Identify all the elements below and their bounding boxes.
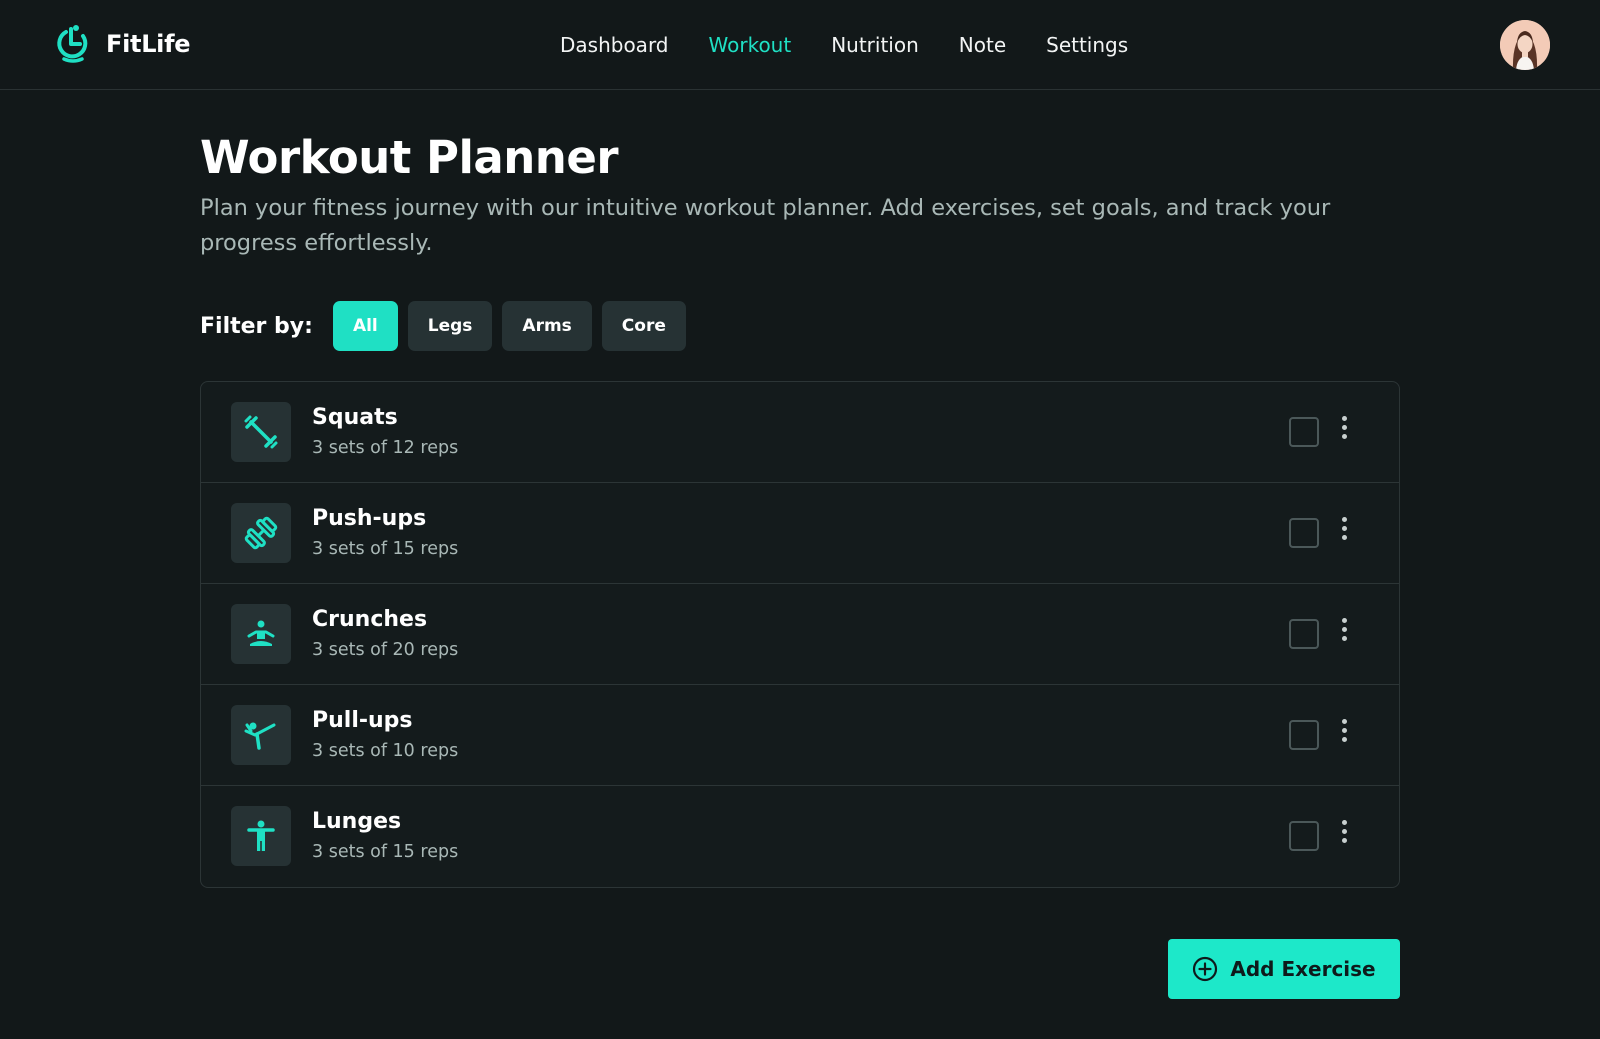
filter-label: Filter by: bbox=[200, 313, 313, 339]
exercise-detail: 3 sets of 15 reps bbox=[312, 842, 459, 862]
filter-core-button[interactable]: Core bbox=[601, 301, 686, 351]
page-description: Plan your fitness journey with our intui… bbox=[200, 195, 1331, 256]
exercise-row-crunches: Crunches 3 sets of 20 reps bbox=[201, 584, 1399, 685]
exercise-row-squats: Squats 3 sets of 12 reps bbox=[201, 382, 1399, 483]
more-options-icon[interactable] bbox=[1331, 715, 1357, 745]
more-options-icon[interactable] bbox=[1331, 513, 1357, 543]
exercise-detail: 3 sets of 10 reps bbox=[312, 741, 459, 761]
exercise-row-push-ups: Push-ups 3 sets of 15 reps bbox=[201, 483, 1399, 584]
plus-circle-icon bbox=[1193, 956, 1218, 982]
more-options-icon[interactable] bbox=[1331, 816, 1357, 846]
exercise-name: Pull-ups bbox=[312, 708, 413, 733]
exercise-checkbox[interactable] bbox=[1289, 720, 1319, 750]
more-options-icon[interactable] bbox=[1331, 412, 1357, 442]
top-navigation-bar: FitLife Dashboard Workout Nutrition Note… bbox=[0, 0, 1600, 90]
fitlife-logo-icon bbox=[57, 25, 88, 63]
add-exercise-button[interactable]: Add Exercise bbox=[1168, 939, 1400, 999]
exercise-icon-tile bbox=[231, 806, 291, 866]
nav-item-workout[interactable]: Workout bbox=[709, 32, 792, 58]
exercise-checkbox[interactable] bbox=[1289, 518, 1319, 548]
brand-name: FitLife bbox=[106, 30, 191, 58]
exercise-detail: 3 sets of 20 reps bbox=[312, 640, 459, 660]
nav-item-note[interactable]: Note bbox=[959, 32, 1006, 58]
exercise-checkbox[interactable] bbox=[1289, 821, 1319, 851]
exercise-checkbox[interactable] bbox=[1289, 417, 1319, 447]
nav-item-dashboard[interactable]: Dashboard bbox=[560, 32, 669, 58]
exercise-checkbox[interactable] bbox=[1289, 619, 1319, 649]
exercise-name: Crunches bbox=[312, 607, 428, 632]
exercise-row-pull-ups: Pull-ups 3 sets of 10 reps bbox=[201, 685, 1399, 786]
nav-links: Dashboard Workout Nutrition Note Setting… bbox=[560, 32, 1128, 58]
nav-item-nutrition[interactable]: Nutrition bbox=[831, 32, 919, 58]
exercise-icon-tile bbox=[231, 402, 291, 462]
filter-legs-button[interactable]: Legs bbox=[407, 301, 493, 351]
sports-kick-icon bbox=[244, 722, 276, 750]
exercise-icon-tile bbox=[231, 604, 291, 664]
brand[interactable]: FitLife bbox=[54, 24, 191, 64]
exercise-icon-tile bbox=[231, 705, 291, 765]
filter-bar: Filter by: All Legs Arms Core bbox=[200, 301, 686, 351]
fitness-dumbbell-icon bbox=[244, 516, 278, 550]
page-title: Workout Planner bbox=[200, 131, 619, 184]
exercise-row-lunges: Lunges 3 sets of 15 reps bbox=[201, 786, 1399, 887]
exercise-icon-tile bbox=[231, 503, 291, 563]
exercise-name: Squats bbox=[312, 405, 398, 430]
exercise-name: Lunges bbox=[312, 809, 402, 834]
more-options-icon[interactable] bbox=[1331, 614, 1357, 644]
filter-all-button[interactable]: All bbox=[332, 301, 398, 351]
add-exercise-label: Add Exercise bbox=[1230, 957, 1376, 981]
exercise-list: Squats 3 sets of 12 reps Push-ups 3 sets… bbox=[200, 381, 1400, 888]
dumbbell-diagonal-icon bbox=[244, 415, 278, 449]
nav-item-settings[interactable]: Settings bbox=[1046, 32, 1128, 58]
exercise-detail: 3 sets of 15 reps bbox=[312, 539, 459, 559]
user-avatar[interactable] bbox=[1500, 20, 1550, 70]
exercise-name: Push-ups bbox=[312, 506, 427, 531]
standing-person-icon bbox=[247, 820, 275, 851]
exercise-detail: 3 sets of 12 reps bbox=[312, 438, 459, 458]
user-avatar-icon bbox=[1500, 20, 1550, 70]
meditation-icon bbox=[247, 620, 275, 646]
filter-arms-button[interactable]: Arms bbox=[502, 301, 592, 351]
